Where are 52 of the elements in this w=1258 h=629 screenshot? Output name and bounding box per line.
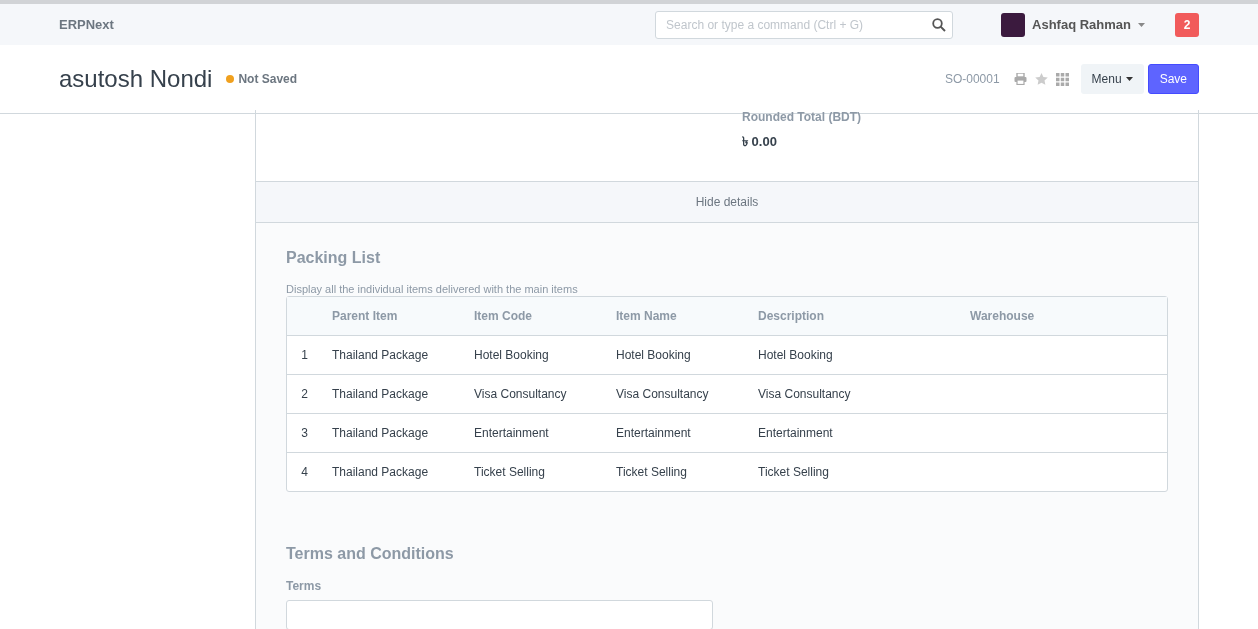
column-header: Warehouse [969, 309, 1036, 323]
field-label: Rounded Total (BDT) [742, 110, 863, 124]
print-icon[interactable] [1013, 73, 1027, 85]
terms-field[interactable] [286, 600, 713, 629]
column-header: Parent Item [331, 309, 399, 323]
star-icon[interactable] [1034, 73, 1048, 85]
menu-button[interactable]: Menu [1080, 64, 1144, 94]
row-number: 4 [300, 465, 309, 479]
column-header: Item Code [473, 309, 533, 323]
hide-details-button[interactable]: Hide details [256, 181, 1198, 223]
column-header: Description [757, 309, 825, 323]
table-row[interactable]: 4 Thailand Package Ticket Selling Ticket Selling Ticket Selling [287, 452, 1167, 491]
status-label: Not Saved [238, 72, 298, 86]
table-cell-text: Hotel Booking [757, 348, 834, 362]
grid-icon[interactable] [1055, 72, 1069, 86]
section-title: Packing List [286, 249, 382, 267]
avatar[interactable] [1001, 12, 1026, 37]
table-row[interactable]: 2 Thailand Package Visa Consultancy Visa Consultancy Visa Consultancy [287, 374, 1167, 413]
search-icon[interactable] [932, 17, 947, 32]
table-cell-text: Thailand Package [331, 426, 430, 440]
table-cell-text: Thailand Package [331, 465, 430, 479]
table-cell-text: Hotel Booking [473, 348, 550, 362]
caret-icon [1138, 22, 1145, 27]
table-cell-text: Entertainment [757, 426, 834, 440]
table-cell-text: Thailand Package [331, 387, 430, 401]
caret-icon [1125, 77, 1133, 81]
table-row[interactable]: 1 Thailand Package Hotel Booking Hotel Booking Hotel Booking [287, 335, 1167, 374]
table-cell-text: Hotel Booking [615, 348, 692, 362]
table-cell-text: Ticket Selling [615, 465, 688, 479]
user-menu[interactable]: Ashfaq Rahman [1032, 17, 1131, 32]
table-row[interactable]: 3 Thailand Package Entertainment Entertainment Entertainment [287, 413, 1167, 452]
table-cell-text: Visa Consultancy [757, 387, 852, 401]
row-number: 3 [300, 426, 309, 440]
table-cell-text: Entertainment [473, 426, 550, 440]
rounded-total-value: ৳ 0.00 [742, 133, 778, 151]
search-field[interactable]: Search or type a command (Ctrl + G) [655, 10, 954, 39]
table-cell-text: Thailand Package [331, 348, 430, 362]
section-description: Display all the individual items delivered with the main items [286, 283, 579, 295]
table-cell-text: Ticket Selling [473, 465, 546, 479]
section-title: Terms and Conditions [286, 545, 455, 563]
table-cell-text: Entertainment [615, 426, 692, 440]
table-cell-text: Ticket Selling [757, 465, 830, 479]
page-title: asutosh Nondi [59, 65, 213, 93]
table-cell-text: Visa Consultancy [473, 387, 568, 401]
field-label: Terms [286, 579, 323, 593]
save-button[interactable]: Save [1147, 64, 1199, 94]
document-id: SO-00001 [944, 72, 1000, 86]
row-number: 1 [300, 348, 309, 362]
row-number: 2 [300, 387, 309, 401]
table-cell-text: Visa Consultancy [615, 387, 710, 401]
brand-link[interactable]: ERPNext [59, 17, 114, 32]
column-header: Item Name [615, 309, 678, 323]
